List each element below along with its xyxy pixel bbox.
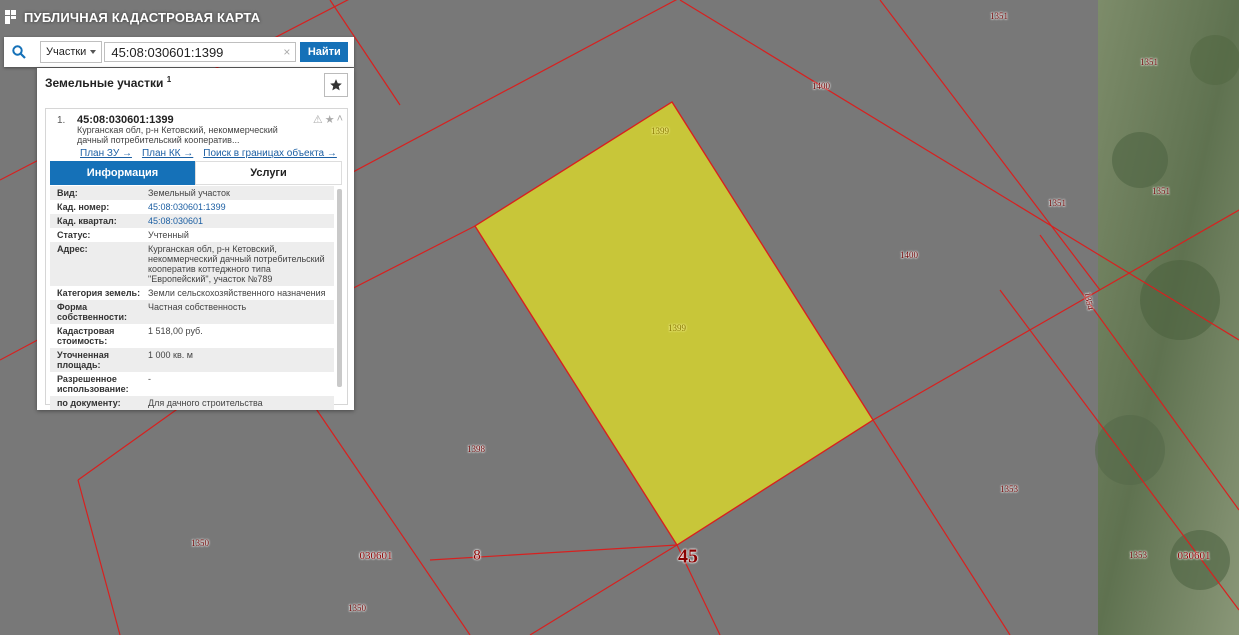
table-row: Кад. квартал: 45:08:030601 [50,214,334,228]
row-value: Земельный участок [148,188,230,198]
parcel-label[interactable]: 1350 [191,538,209,548]
parcel-label[interactable]: 1398 [467,444,485,454]
results-count: 1 [166,75,172,84]
search-in-bounds-link[interactable]: Поиск в границах объекта → [203,148,337,159]
row-key: Кад. квартал: [57,216,117,226]
search-bar: Участки 45:08:030601:1399 × Найти [4,37,354,67]
parcel-label[interactable]: 1353 [1000,484,1018,494]
panel-title-text: Земельные участки [45,76,164,90]
table-row: Статус: Учтенный [50,228,334,242]
tree-cluster [1140,260,1220,340]
row-key: Статус: [57,230,91,240]
table-row: Вид: Земельный участок [50,186,334,200]
plan-kk-link[interactable]: План КК → [142,148,193,159]
panel-title: Земельные участки 1 [45,75,171,90]
parcel-label[interactable]: 1351 [1152,186,1170,196]
parcel-card: 1. 45:08:030601:1399 Курганская обл, р-н… [45,108,348,410]
rosreestr-logo-icon [5,10,16,24]
star-icon[interactable]: ★ [325,113,335,126]
favorite-button[interactable] [324,73,348,97]
row-value: - [148,374,151,384]
row-key: Разрешенное использование: [57,374,129,394]
table-row: Кад. номер: 45:08:030601:1399 [50,200,334,214]
row-key: Форма собственности: [57,302,127,322]
info-table: Вид: Земельный участок Кад. номер: 45:08:0… [50,186,334,410]
parcel-label[interactable]: 1353 [1129,550,1147,560]
result-index: 1. [57,115,66,126]
row-key: Кад. номер: [57,202,110,212]
card-actions: ⚠ ★ ˄ [313,113,343,126]
star-icon [330,79,342,91]
parcel-label[interactable]: 1351 [1048,198,1066,208]
search-query: 45:08:030601:1399 [111,44,224,60]
table-row: по документу: Для дачного строительства [50,396,334,410]
quarter-label[interactable]: 030601 [1178,550,1211,562]
scrollbar[interactable] [337,189,342,387]
row-key: Адрес: [57,244,88,254]
table-row: Уточненная площадь: 1 000 кв. м [50,348,334,372]
tree-cluster [1095,415,1165,485]
row-key: Кадастровая стоимость: [57,326,115,346]
table-row: Кадастровая стоимость: 1 518,00 руб. [50,324,334,348]
region-label[interactable]: 45 [678,546,698,569]
find-button[interactable]: Найти [300,42,349,62]
tab-services[interactable]: Услуги [195,161,342,185]
result-address: Курганская обл, р-н Кетовский, некоммерч… [77,125,278,145]
warning-icon[interactable]: ⚠ [313,113,323,126]
search-input[interactable]: 45:08:030601:1399 × [104,42,297,62]
row-key: Уточненная площадь: [57,350,109,370]
app-header: ПУБЛИЧНАЯ КАДАСТРОВАЯ КАРТА [0,0,260,34]
parcel-label-selected[interactable]: 1399 [668,323,686,333]
parcel-label[interactable]: 1351 [1140,57,1158,67]
row-key: Вид: [57,188,78,198]
search-icon[interactable] [4,45,34,59]
search-type-dropdown[interactable]: Участки [40,41,103,63]
plan-zu-link[interactable]: План ЗУ → [80,148,132,159]
tab-info[interactable]: Информация [50,161,195,185]
table-row: Форма собственности: Частная собственност… [50,300,334,324]
parcel-label[interactable]: 1351 [990,11,1008,21]
search-type-label: Участки [46,46,87,58]
results-panel: Земельные участки 1 1. 45:08:030601:1399… [37,68,354,410]
row-value: 1 000 кв. м [148,350,193,360]
parcel-label[interactable]: 1350 [348,603,366,613]
parcel-label[interactable]: 1400 [812,81,830,91]
chevron-down-icon [90,50,97,54]
row-value: Курганская обл, р-н Кетовский, некоммерч… [148,244,325,284]
parcel-label-selected[interactable]: 1399 [651,126,669,136]
table-row: Адрес: Курганская обл, р-н Кетовский, нек… [50,242,334,286]
parcel-label[interactable]: 1400 [900,250,918,260]
row-value: Для дачного строительства [148,398,263,408]
clear-icon[interactable]: × [283,45,290,59]
district-label[interactable]: 8 [473,548,481,565]
row-value-link[interactable]: 45:08:030601 [146,216,334,226]
tree-cluster [1112,132,1168,188]
chevron-up-icon[interactable]: ˄ [337,113,343,126]
card-links: План ЗУ → План КК → Поиск в границах объ… [80,148,337,159]
quarter-label[interactable]: 030601 [360,550,393,562]
table-row: Категория земель: Земли сельскохозяйствен… [50,286,334,300]
row-key: по документу: [57,398,121,408]
row-key: Категория земель: [57,288,141,298]
row-value: Земли сельскохозяйственного назначения [148,288,326,298]
app-title: ПУБЛИЧНАЯ КАДАСТРОВАЯ КАРТА [24,9,261,25]
table-row: Разрешенное использование: - [50,372,334,396]
tree-cluster [1190,35,1239,85]
row-value: 1 518,00 руб. [148,326,203,336]
row-value: Учтенный [148,230,189,240]
row-value: Частная собственность [148,302,247,312]
row-value-link[interactable]: 45:08:030601:1399 [146,202,334,212]
card-tabs: Информация Услуги [50,161,342,185]
